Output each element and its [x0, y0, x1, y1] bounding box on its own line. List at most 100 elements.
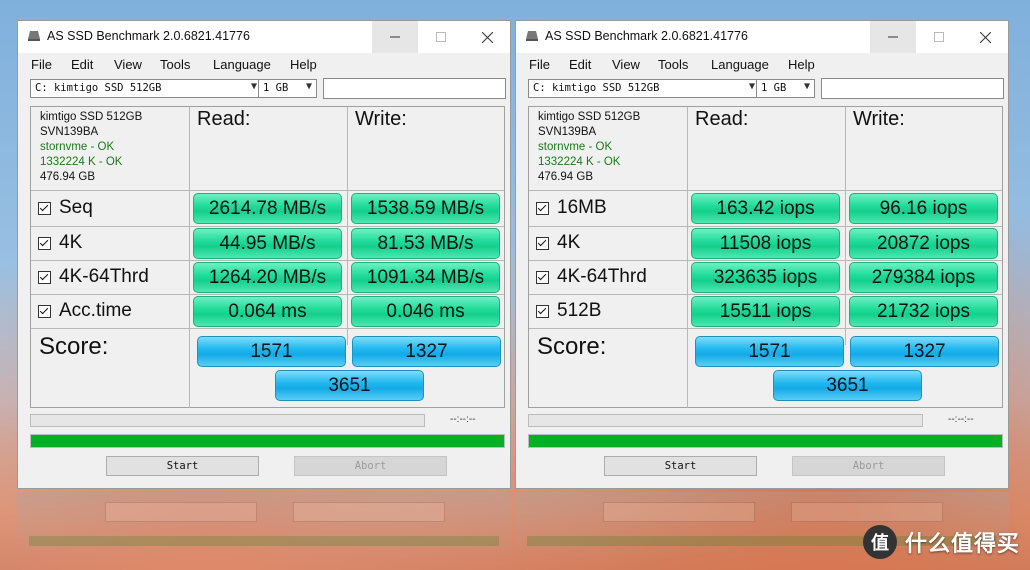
menu-file[interactable]: File [529, 57, 550, 72]
checkbox-checked-icon[interactable] [38, 201, 51, 215]
minimize-icon [888, 36, 898, 38]
score-label: Score: [537, 333, 607, 360]
checkbox-checked-icon[interactable] [536, 201, 549, 215]
row-label-3[interactable]: 512B [536, 300, 601, 322]
score-label: Score: [39, 333, 109, 360]
maximize-button[interactable] [418, 21, 464, 53]
menu-view[interactable]: View [612, 57, 640, 72]
size-select-value: 1 GB [761, 82, 787, 94]
row-label-2[interactable]: 4K-64Thrd [38, 266, 149, 288]
elapsed-time: --:--:-- [948, 414, 974, 425]
menu-edit[interactable]: Edit [569, 57, 591, 72]
elapsed-time: --:--:-- [450, 414, 476, 425]
drive-select[interactable]: C: kimtigo SSD 512GB ▼ [528, 79, 760, 98]
start-button[interactable]: Start [604, 456, 757, 476]
abort-button[interactable]: Abort [294, 456, 447, 476]
drive-select-value: C: kimtigo SSD 512GB [35, 82, 162, 94]
write-result: 81.53 MB/s [351, 228, 500, 259]
minimize-button[interactable] [870, 21, 916, 53]
drive-firmware: SVN139BA [40, 126, 99, 138]
checkbox-checked-icon[interactable] [536, 304, 549, 318]
start-button[interactable]: Start [106, 456, 259, 476]
write-result: 0.046 ms [351, 296, 500, 327]
status-textbox[interactable] [323, 78, 506, 99]
drive-capacity: 476.94 GB [40, 171, 95, 183]
row-label-text: Seq [59, 197, 93, 218]
checkbox-checked-icon[interactable] [38, 304, 51, 318]
write-result: 21732 iops [849, 296, 998, 327]
status-textbox[interactable] [821, 78, 1004, 99]
close-icon [979, 31, 991, 43]
row-label-0[interactable]: Seq [38, 197, 93, 219]
menu-bar: File Edit View Tools Language Help [516, 55, 1008, 75]
menu-help[interactable]: Help [290, 57, 317, 72]
drive-model: kimtigo SSD 512GB [538, 111, 641, 123]
read-result: 163.42 iops [691, 193, 840, 224]
window-title: AS SSD Benchmark 2.0.6821.41776 [47, 29, 250, 43]
benchmark-window-iops: AS SSD Benchmark 2.0.6821.41776 File Edi… [515, 20, 1009, 489]
row-label-1[interactable]: 4K [536, 232, 580, 254]
drive-info: kimtigo SSD 512GB SVN139BA stornvme - OK… [538, 110, 640, 185]
minimize-icon [390, 36, 400, 38]
checkbox-checked-icon[interactable] [38, 270, 51, 284]
chevron-down-icon: ▼ [803, 81, 810, 92]
menu-language[interactable]: Language [213, 57, 271, 72]
maximize-icon [934, 32, 944, 42]
test-progress-bar [528, 414, 923, 427]
test-progress-bar [30, 414, 425, 427]
read-result: 323635 iops [691, 262, 840, 293]
chevron-down-icon: ▼ [250, 81, 257, 92]
total-progress-bar [30, 434, 505, 448]
row-label-1[interactable]: 4K [38, 232, 82, 254]
total-progress-bar [528, 434, 1003, 448]
row-label-3[interactable]: Acc.time [38, 300, 132, 322]
watermark-logo-icon: 值 [862, 525, 897, 559]
drive-capacity: 476.94 GB [538, 171, 593, 183]
row-label-text: Acc.time [59, 300, 132, 321]
size-select[interactable]: 1 GB ▼ [756, 79, 815, 98]
benchmark-window-mbs: AS SSD Benchmark 2.0.6821.41776 File Edi… [17, 20, 511, 489]
close-button[interactable] [962, 21, 1008, 53]
menu-file[interactable]: File [31, 57, 52, 72]
row-label-text: 4K [59, 232, 83, 253]
maximize-button[interactable] [916, 21, 962, 53]
size-select[interactable]: 1 GB ▼ [258, 79, 317, 98]
close-icon [481, 31, 493, 43]
menu-tools[interactable]: Tools [160, 57, 190, 72]
row-label-text: 4K [557, 232, 581, 253]
title-bar[interactable]: AS SSD Benchmark 2.0.6821.41776 [516, 21, 1008, 53]
write-result: 279384 iops [849, 262, 998, 293]
menu-help[interactable]: Help [788, 57, 815, 72]
checkbox-checked-icon[interactable] [536, 270, 549, 284]
row-label-text: 512B [557, 300, 602, 321]
menu-language[interactable]: Language [711, 57, 769, 72]
abort-button[interactable]: Abort [792, 456, 945, 476]
minimize-button[interactable] [372, 21, 418, 53]
row-label-2[interactable]: 4K-64Thrd [536, 266, 647, 288]
drive-info: kimtigo SSD 512GB SVN139BA stornvme - OK… [40, 110, 142, 185]
row-label-0[interactable]: 16MB [536, 197, 607, 219]
read-result: 44.95 MB/s [193, 228, 342, 259]
watermark-text: 什么值得买 [904, 531, 1020, 556]
drive-firmware: SVN139BA [538, 126, 597, 138]
menu-tools[interactable]: Tools [658, 57, 688, 72]
checkbox-checked-icon[interactable] [38, 236, 51, 250]
menu-view[interactable]: View [114, 57, 142, 72]
write-result: 20872 iops [849, 228, 998, 259]
chevron-down-icon: ▼ [748, 81, 755, 92]
menu-edit[interactable]: Edit [71, 57, 93, 72]
read-result: 2614.78 MB/s [193, 193, 342, 224]
size-select-value: 1 GB [263, 82, 289, 94]
row-label-text: 16MB [557, 197, 607, 218]
checkbox-checked-icon[interactable] [536, 236, 549, 250]
title-bar[interactable]: AS SSD Benchmark 2.0.6821.41776 [18, 21, 510, 53]
app-icon [526, 31, 538, 41]
row-label-text: 4K-64Thrd [557, 266, 647, 287]
read-result: 1264.20 MB/s [193, 262, 342, 293]
alignment-status: 1332224 K - OK [538, 156, 621, 168]
read-result: 11508 iops [691, 228, 840, 259]
watermark: 值 什么值得买 [862, 524, 1020, 560]
close-button[interactable] [464, 21, 510, 53]
total-score: 3651 [773, 370, 922, 401]
drive-select[interactable]: C: kimtigo SSD 512GB ▼ [30, 79, 262, 98]
